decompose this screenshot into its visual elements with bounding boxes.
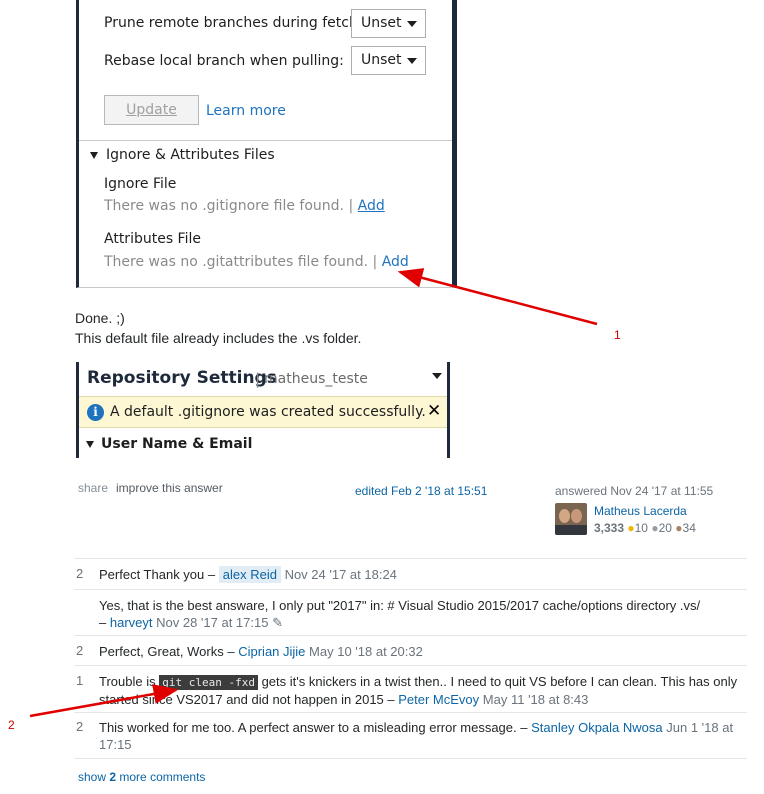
annotation-label-1: 1 [614,328,621,342]
annotation-label-2: 2 [8,718,15,732]
annotation-arrow-1 [397,268,598,326]
annotation-arrows [29,268,598,718]
annotation-arrow-2 [29,684,179,718]
